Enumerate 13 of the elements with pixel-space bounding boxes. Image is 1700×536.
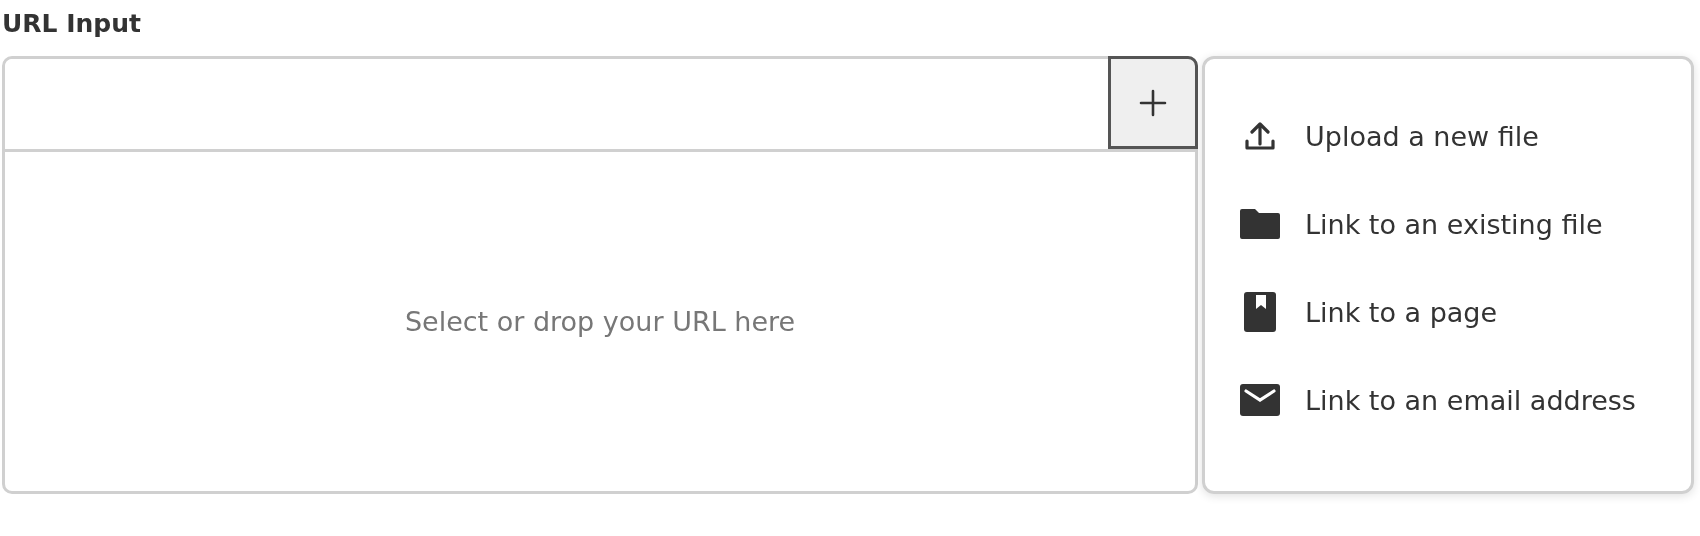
add-button[interactable] xyxy=(1108,56,1198,149)
menu-item[interactable]: Link to an existing file xyxy=(1239,201,1691,247)
envelope-icon xyxy=(1239,383,1281,417)
field-label: URL Input xyxy=(2,8,142,40)
upload-icon xyxy=(1243,119,1277,153)
menu-item[interactable]: Link to a page xyxy=(1239,289,1691,335)
menu-item[interactable]: Link to an email address xyxy=(1239,377,1691,423)
plus-icon xyxy=(1139,88,1167,117)
drop-zone-placeholder: Select or drop your URL here xyxy=(404,306,796,337)
menu-item[interactable]: Upload a new file xyxy=(1239,113,1691,159)
drop-zone[interactable]: Select or drop your URL here xyxy=(5,152,1195,491)
bookmarked-page-icon xyxy=(1243,291,1277,333)
folder-icon xyxy=(1239,207,1281,241)
